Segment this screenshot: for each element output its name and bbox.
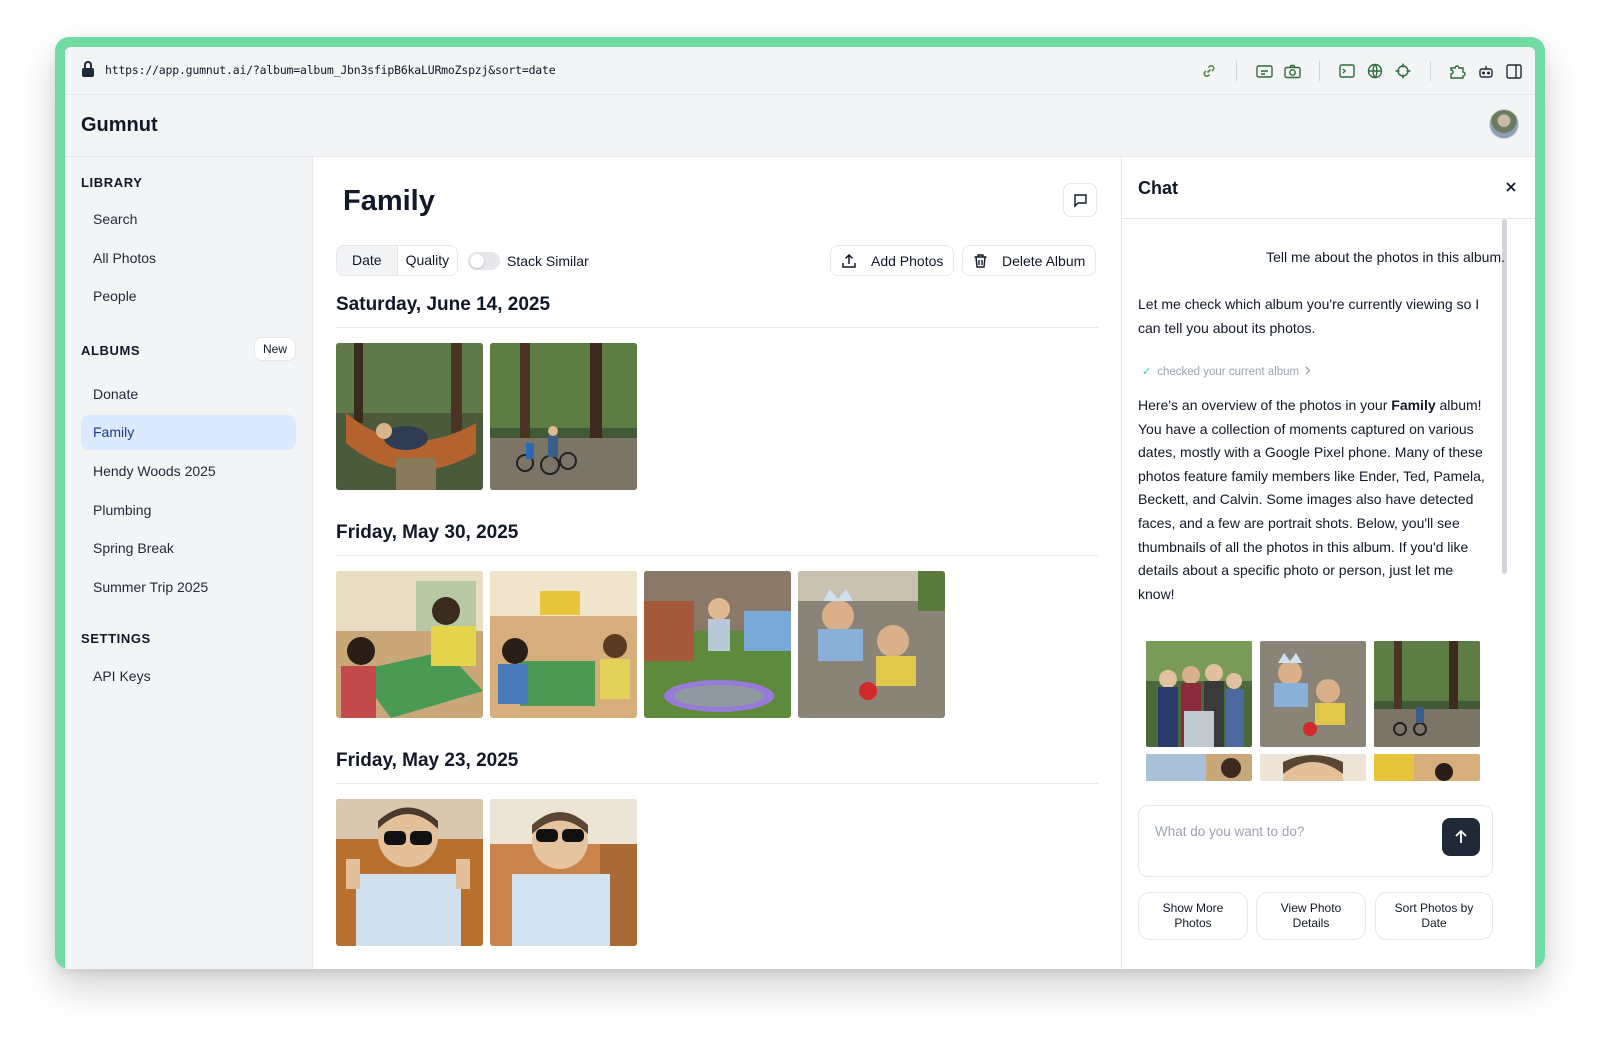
albums-heading: ALBUMS <box>81 343 141 358</box>
sidebar-item-donate[interactable]: Donate <box>81 377 296 412</box>
chat-title: Chat <box>1138 178 1178 198</box>
divider <box>336 555 1098 556</box>
summary-text-cont: album! You have a collection of moments … <box>1138 397 1485 602</box>
add-photos-button[interactable]: Add Photos <box>830 245 955 276</box>
sidebar-item-spring-break[interactable]: Spring Break <box>81 531 296 566</box>
assistant-message: Let me check which album you're currentl… <box>1138 296 1480 336</box>
album-name-emphasis: Family <box>1391 397 1436 413</box>
sidebar-item-people[interactable]: People <box>81 279 296 314</box>
photo-thumbnail[interactable] <box>336 343 483 490</box>
camera-icon[interactable] <box>1281 60 1303 82</box>
settings-heading: SETTINGS <box>81 631 151 646</box>
photo-thumbnail[interactable] <box>490 571 637 718</box>
close-icon[interactable] <box>1503 179 1519 195</box>
link-icon[interactable] <box>1198 60 1220 82</box>
delete-album-label: Delete Album <box>1002 252 1086 269</box>
delete-album-button[interactable]: Delete Album <box>962 245 1097 276</box>
album-view: Family Date Quality Stack Similar Add Ph… <box>313 157 1121 969</box>
sidebar-item-family[interactable]: Family <box>81 415 296 450</box>
sidebar-item-hendy-woods-2025[interactable]: Hendy Woods 2025 <box>81 454 296 489</box>
check-icon: ✓ <box>1142 366 1152 378</box>
date-heading: Friday, May 30, 2025 <box>336 522 519 543</box>
suggestion-sort-photos-by-date[interactable]: Sort Photos by Date <box>1375 892 1493 940</box>
sidebar: LIBRARY Search All Photos People ALBUMS … <box>65 157 313 969</box>
divider <box>336 783 1098 784</box>
sort-quality-button[interactable]: Quality <box>398 246 458 275</box>
brand-logo-text[interactable]: Gumnut <box>81 114 158 137</box>
trash-icon <box>974 253 987 268</box>
sidebar-item-search[interactable]: Search <box>81 202 296 237</box>
chat-photo-thumbnail[interactable] <box>1146 754 1252 781</box>
message-square-icon <box>1073 193 1087 208</box>
browser-window: https://app.gumnut.ai/?album=album_Jbn3s… <box>55 37 1545 969</box>
user-message: Tell me about the photos in this album. <box>1266 249 1505 265</box>
photo-thumbnail[interactable] <box>490 343 637 490</box>
photo-thumbnail[interactable] <box>336 571 483 718</box>
library-heading: LIBRARY <box>81 175 143 190</box>
chat-header: Chat <box>1122 157 1535 219</box>
app-header: Gumnut <box>65 95 1535 157</box>
chat-panel: Chat Tell me about the photos in this al… <box>1121 157 1535 969</box>
sort-date-button[interactable]: Date <box>337 246 398 275</box>
sidebar-item-plumbing[interactable]: Plumbing <box>81 493 296 528</box>
browser-content: https://app.gumnut.ai/?album=album_Jbn3s… <box>65 47 1535 969</box>
photo-thumbnail[interactable] <box>798 571 945 718</box>
chat-input-placeholder: What do you want to do? <box>1155 824 1305 839</box>
chat-toggle-button[interactable] <box>1063 183 1097 217</box>
chat-input[interactable]: What do you want to do? <box>1138 805 1493 877</box>
chat-photo-thumbnail[interactable] <box>1260 754 1366 781</box>
browser-toolbar <box>1192 59 1525 83</box>
screenshot-icon[interactable] <box>1253 60 1275 82</box>
sidebar-icon[interactable] <box>1503 60 1525 82</box>
new-album-button[interactable]: New <box>254 337 296 361</box>
add-photos-label: Add Photos <box>871 252 944 269</box>
avatar[interactable] <box>1489 109 1519 139</box>
summary-text: Here's an overview of the photos in your <box>1138 397 1392 413</box>
chat-photo-thumbnail[interactable] <box>1374 641 1480 747</box>
chat-photo-thumbnail[interactable] <box>1374 754 1480 781</box>
date-heading: Saturday, June 14, 2025 <box>336 294 551 315</box>
crosshair-icon[interactable] <box>1392 60 1414 82</box>
divider <box>336 327 1098 328</box>
extension-icon[interactable] <box>1447 60 1469 82</box>
address-bar: https://app.gumnut.ai/?album=album_Jbn3s… <box>65 47 1535 95</box>
upload-icon <box>842 253 856 268</box>
stack-similar-toggle[interactable] <box>468 252 500 270</box>
photo-thumbnail[interactable] <box>336 799 483 946</box>
lock-icon <box>82 61 94 77</box>
chat-photo-thumbnail[interactable] <box>1146 641 1252 747</box>
chat-scrollbar[interactable] <box>1502 219 1507 574</box>
url-text[interactable]: https://app.gumnut.ai/?album=album_Jbn3s… <box>105 63 556 77</box>
date-heading: Friday, May 23, 2025 <box>336 750 519 771</box>
suggestion-show-more-photos[interactable]: Show More Photos <box>1138 892 1248 940</box>
stack-similar-label: Stack Similar <box>507 253 589 269</box>
tool-call-status[interactable]: ✓ checked your current album <box>1142 365 1311 378</box>
terminal-icon[interactable] <box>1336 60 1358 82</box>
page-title: Family <box>343 185 435 217</box>
sidebar-item-summer-trip-2025[interactable]: Summer Trip 2025 <box>81 570 296 605</box>
sort-segmented-control: Date Quality <box>336 245 459 276</box>
sidebar-item-all-photos[interactable]: All Photos <box>81 241 296 276</box>
robot-icon[interactable] <box>1475 60 1497 82</box>
sidebar-item-api-keys[interactable]: API Keys <box>81 659 296 694</box>
suggestion-view-photo-details[interactable]: View Photo Details <box>1256 892 1366 940</box>
assistant-message: Here's an overview of the photos in your… <box>1138 394 1493 606</box>
chat-photo-thumbnail[interactable] <box>1260 641 1366 747</box>
photo-thumbnail[interactable] <box>490 799 637 946</box>
tool-call-label: checked your current album <box>1157 365 1300 378</box>
globe-icon[interactable] <box>1364 60 1386 82</box>
send-button[interactable] <box>1442 818 1480 856</box>
arrow-up-icon <box>1455 829 1467 843</box>
chevron-right-icon <box>1305 366 1311 378</box>
photo-thumbnail[interactable] <box>644 571 791 718</box>
